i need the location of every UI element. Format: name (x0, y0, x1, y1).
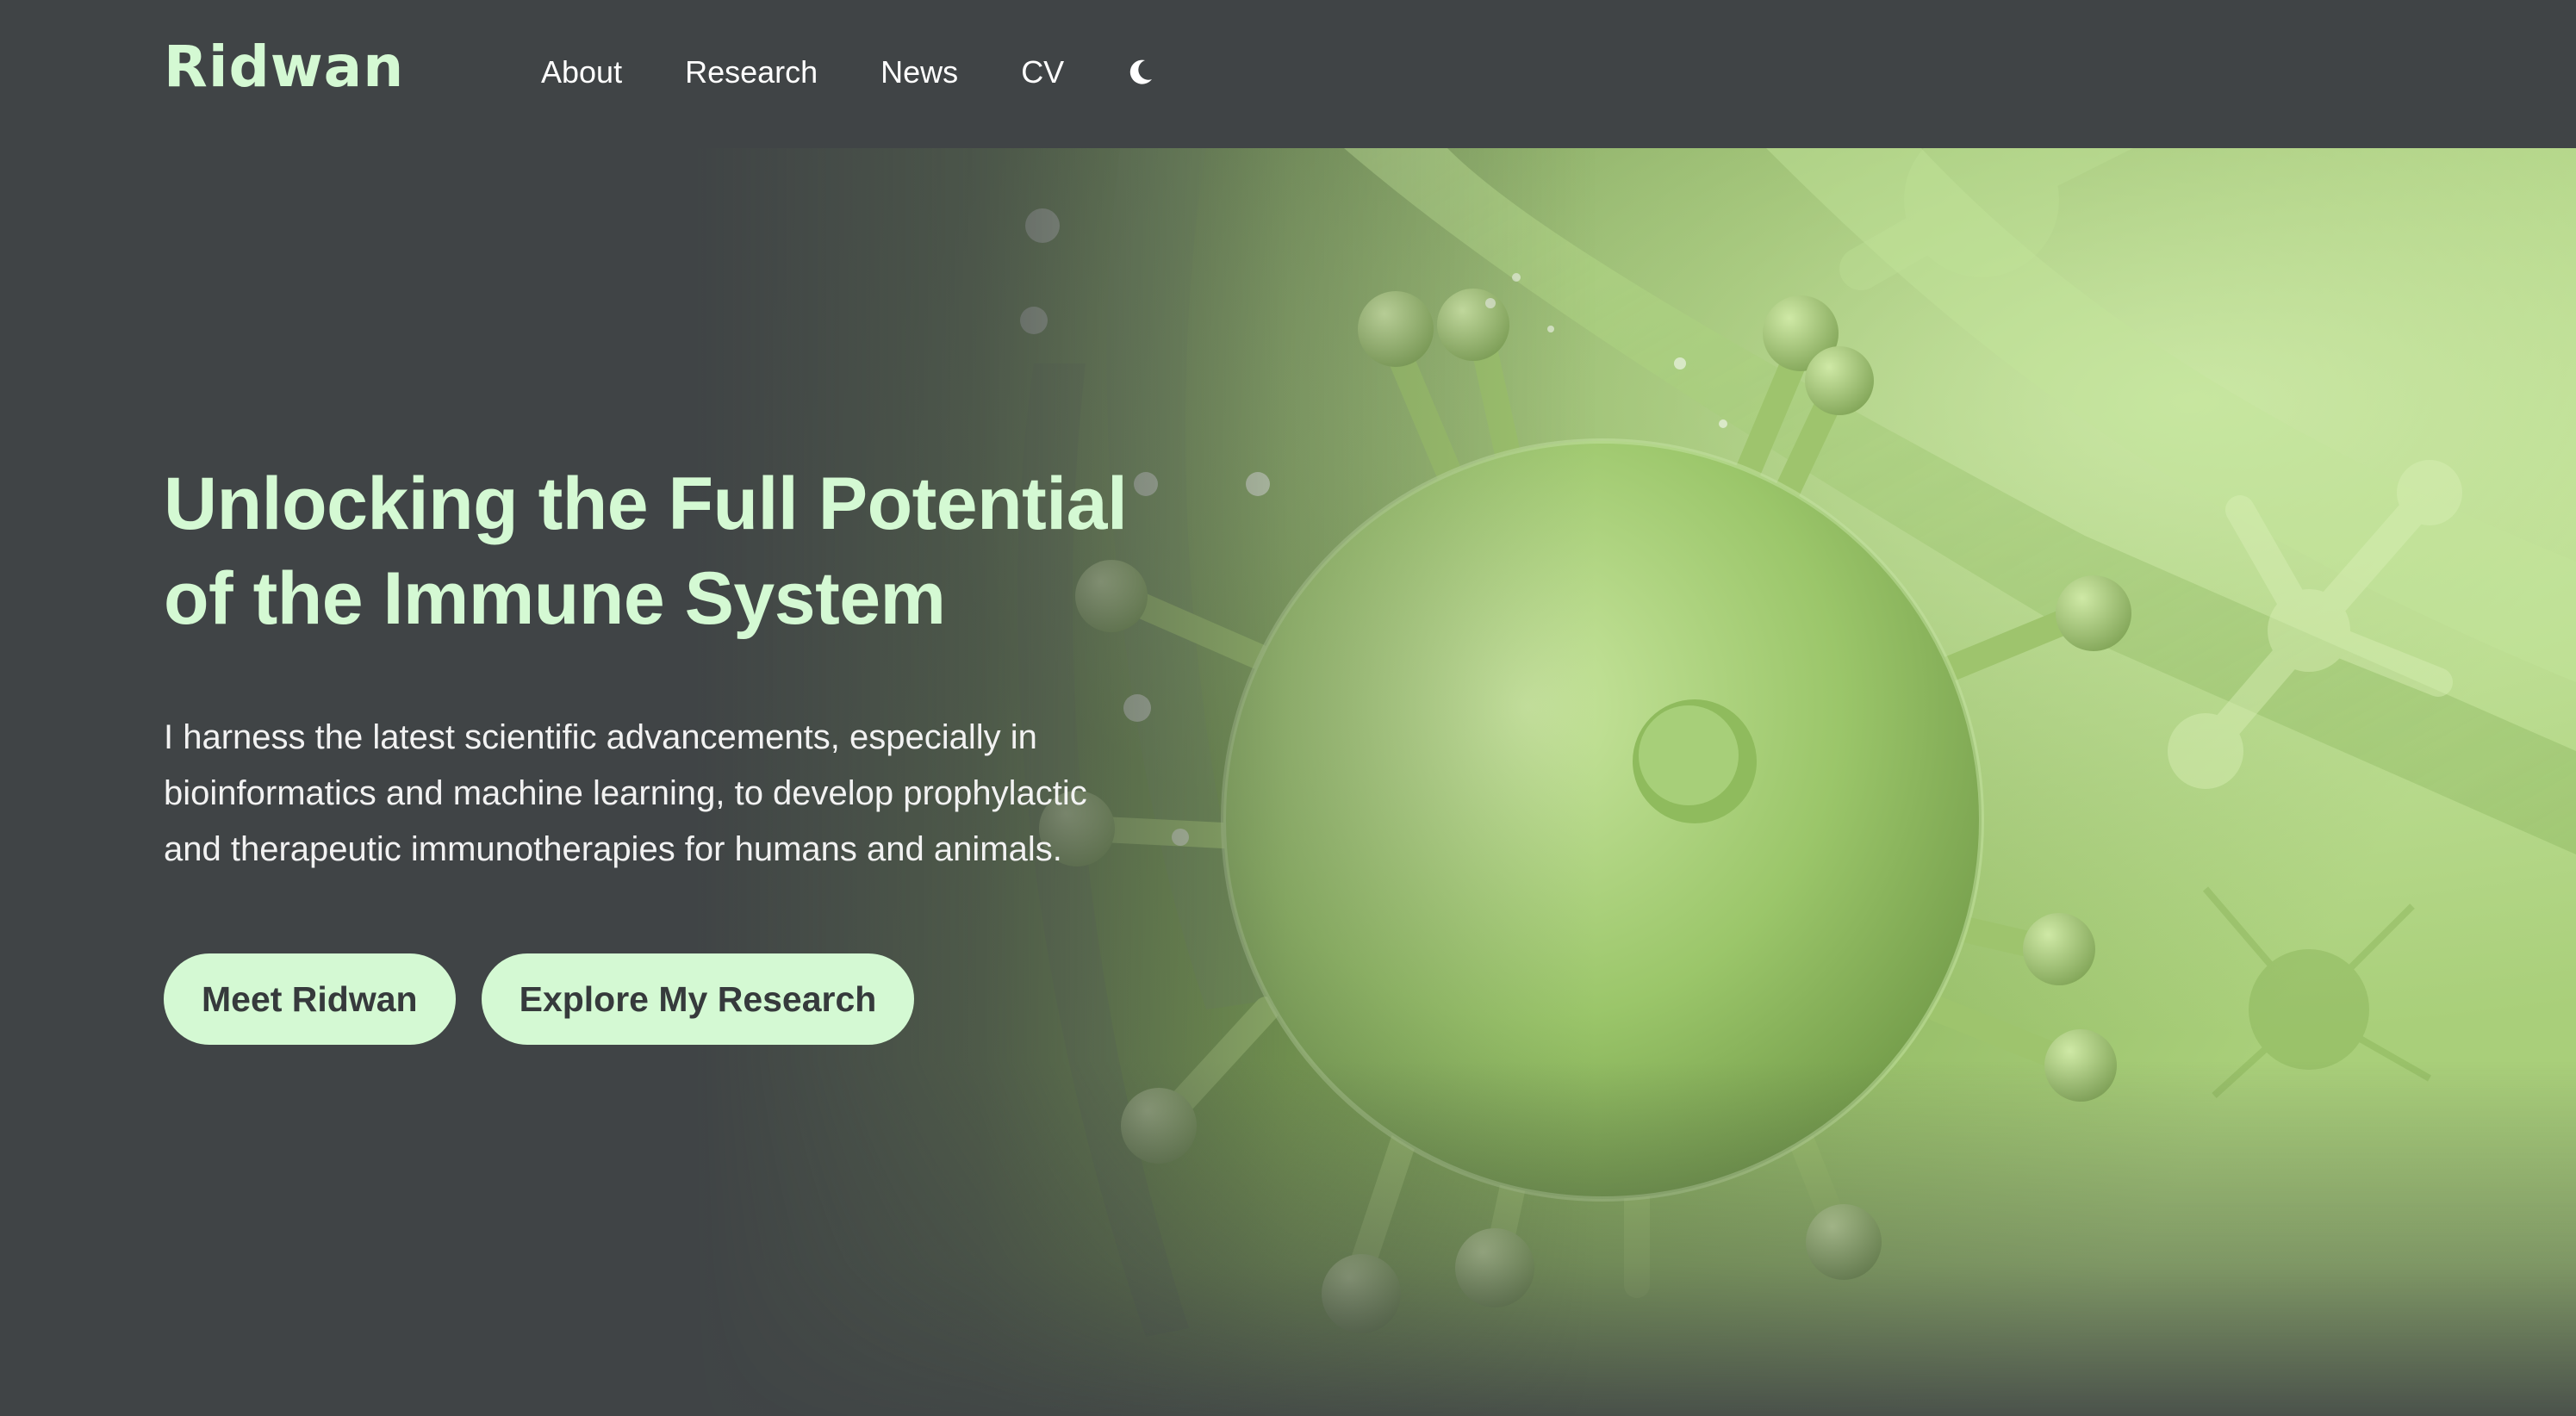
theme-toggle-button[interactable] (1123, 50, 1158, 95)
main-nav: About Research News CV (541, 50, 1158, 95)
site-header: Ridwan About Research News CV (0, 0, 2576, 148)
explore-research-button[interactable]: Explore My Research (481, 953, 915, 1045)
site-logo[interactable]: Ridwan (164, 31, 404, 103)
meet-ridwan-button[interactable]: Meet Ridwan (164, 953, 456, 1045)
hero-title-line-1: Unlocking the Full Potential (164, 463, 1128, 545)
nav-link-about[interactable]: About (541, 50, 622, 95)
page: Ridwan About Research News CV Unlocking … (0, 0, 2576, 1416)
hero-buttons: Meet Ridwan Explore My Research (164, 953, 1249, 1045)
hero-section: Unlocking the Full Potential of the Immu… (164, 456, 1249, 1045)
nav-link-news[interactable]: News (880, 50, 958, 95)
hero-title: Unlocking the Full Potential of the Immu… (164, 456, 1249, 646)
moon-icon (1129, 59, 1153, 84)
hero-description: I harness the latest scientific advancem… (164, 718, 1087, 868)
nav-link-cv[interactable]: CV (1021, 50, 1064, 95)
nav-link-research[interactable]: Research (685, 50, 818, 95)
hero-title-line-2: of the Immune System (164, 557, 946, 640)
